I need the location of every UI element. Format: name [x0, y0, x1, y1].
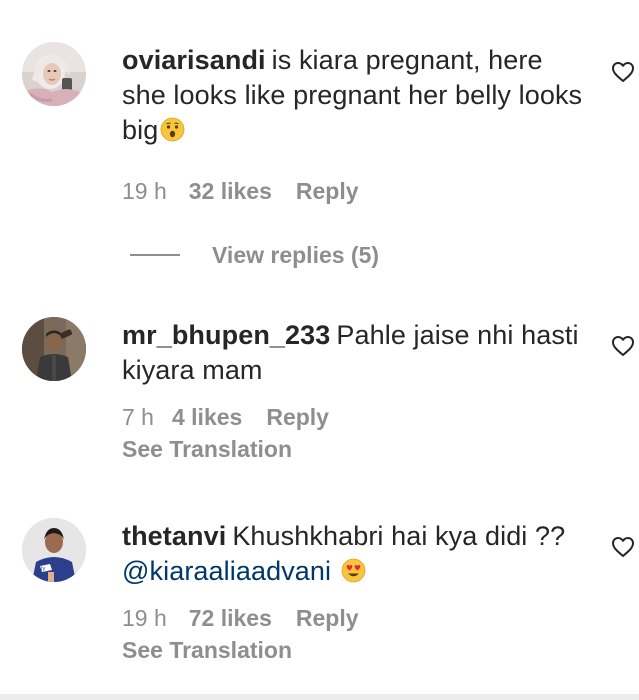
comment-body: thetanvi Khushkhabri hai kya didi ?? @kia… — [122, 519, 592, 665]
comment-meta: 19 h 32 likes Reply — [122, 176, 592, 206]
comment-meta: 7 h 4 likes Reply — [122, 402, 592, 432]
comment-username[interactable]: thetanvi — [122, 521, 226, 551]
view-replies-button[interactable]: View replies (5) — [130, 240, 379, 270]
comment-text: mr_bhupen_233 Pahle jaise nhi hasti kiyar… — [122, 318, 592, 388]
reply-button[interactable]: Reply — [296, 605, 359, 631]
view-replies-divider — [130, 254, 180, 256]
comment-likes[interactable]: 32 likes — [189, 178, 272, 204]
avatar[interactable]: ly — [22, 518, 86, 582]
view-replies-label[interactable]: View replies (5) — [212, 242, 379, 269]
avatar[interactable] — [22, 317, 86, 381]
comment-likes[interactable]: 4 likes — [172, 404, 242, 430]
heart-eyes-emoji-icon — [341, 558, 366, 583]
reply-button[interactable]: Reply — [266, 404, 329, 430]
reply-button[interactable]: Reply — [296, 178, 359, 204]
comment-username[interactable]: mr_bhupen_233 — [122, 320, 330, 350]
avatar[interactable] — [22, 42, 86, 106]
mention-link[interactable]: @kiaraaliaadvani — [122, 556, 331, 586]
comment-username[interactable]: oviarisandi — [122, 45, 266, 75]
comment-text: thetanvi Khushkhabri hai kya didi ?? @kia… — [122, 519, 592, 589]
comment-body: mr_bhupen_233 Pahle jaise nhi hasti kiyar… — [122, 318, 592, 464]
comment-time: 19 h — [122, 178, 167, 204]
comment-body: oviarisandi is kiara pregnant, here she l… — [122, 43, 592, 206]
comment-text: oviarisandi is kiara pregnant, here she l… — [122, 43, 592, 148]
comment-time: 19 h — [122, 605, 167, 631]
like-heart-icon[interactable] — [611, 536, 635, 558]
like-heart-icon[interactable] — [611, 335, 635, 357]
svg-text:ly: ly — [41, 566, 45, 572]
comment-time: 7 h — [122, 404, 154, 430]
comment-meta: 19 h 72 likes Reply — [122, 603, 592, 633]
comment-message: Khushkhabri hai kya didi ?? — [232, 521, 566, 551]
see-translation-button[interactable]: See Translation — [122, 635, 592, 665]
see-translation-button[interactable]: See Translation — [122, 434, 592, 464]
like-heart-icon[interactable] — [611, 61, 635, 83]
bottom-divider — [0, 694, 639, 700]
comments-page: oviarisandi is kiara pregnant, here she l… — [0, 0, 639, 700]
hushed-face-emoji-icon — [160, 117, 185, 142]
comment-likes[interactable]: 72 likes — [189, 605, 272, 631]
